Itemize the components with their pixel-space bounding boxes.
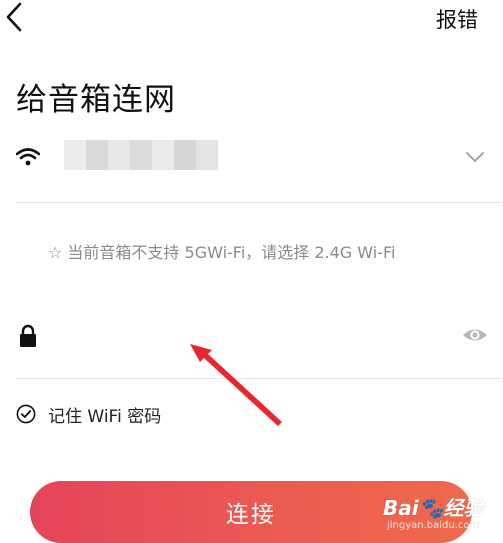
back-button[interactable] bbox=[0, 0, 40, 40]
lock-icon bbox=[20, 324, 36, 347]
annotation-arrow-icon bbox=[190, 344, 282, 426]
divider bbox=[16, 202, 502, 203]
page-title: 给音箱连网 bbox=[16, 82, 176, 118]
remember-password-label: 记住 WiFi 密码 bbox=[48, 406, 162, 427]
report-button[interactable]: 报错 bbox=[436, 4, 478, 34]
baidu-watermark: Bai🐾经验 jingyan.baidu.com bbox=[383, 490, 501, 540]
watermark-logo: Bai🐾经验 bbox=[383, 496, 484, 520]
frequency-notice: ☆ 当前音箱不支持 5GWi-Fi，请选择 2.4G Wi-Fi bbox=[48, 243, 396, 262]
checkmark-circle-icon bbox=[16, 404, 36, 424]
chevron-down-icon bbox=[466, 152, 484, 162]
chevron-left-icon bbox=[6, 2, 22, 32]
eye-icon[interactable] bbox=[462, 324, 488, 346]
remember-password-checkbox[interactable]: 记住 WiFi 密码 bbox=[16, 402, 162, 427]
ssid-name bbox=[64, 140, 218, 170]
watermark-url: jingyan.baidu.com bbox=[387, 520, 480, 531]
wifi-icon bbox=[16, 148, 40, 166]
wifi-selector[interactable] bbox=[16, 134, 502, 184]
